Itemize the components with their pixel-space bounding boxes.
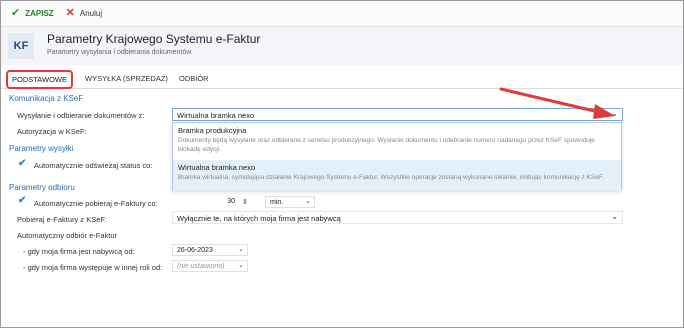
window-frame: ✔ ZAPISZ ✕ Anuluj KF Parametry Krajowego… (0, 0, 684, 328)
toolbar: ✔ ZAPISZ ✕ Anuluj (1, 1, 683, 27)
section-komunikacja: Komunikacja z KSeF (9, 94, 84, 103)
other-role-value: (nie ustawiono) (177, 263, 225, 270)
auto-fetch-checkbox[interactable]: ✔ (18, 195, 26, 206)
option-name: Wirtualna bramka nexo (178, 163, 256, 172)
page-subtitle: Parametry wysyłania i odbierania dokumen… (47, 49, 193, 56)
auto-fetch-label: Automatycznie pobieraj e-Faktury co: (34, 199, 158, 208)
buyer-date-value: 26-06-2023 (177, 247, 213, 254)
option-description: Dokumenty będą wysyłane oraz odbierane z… (178, 137, 595, 153)
fetch-from-label: Pobieraj e-Faktury z KSeF: (17, 215, 108, 224)
option-name: Bramka produkcyjna (178, 126, 247, 135)
auth-label: Autoryzacja w KSeF: (17, 127, 87, 136)
auto-refresh-checkbox[interactable]: ✔ (18, 158, 26, 169)
page-title: Parametry Krajowego Systemu e-Faktur (47, 32, 261, 46)
save-label: ZAPISZ (25, 9, 54, 18)
annotation-arrow-icon (499, 87, 615, 119)
module-logo: KF (8, 33, 34, 59)
auto-fetch-value: 30 (227, 198, 235, 205)
auto-fetch-unit-select[interactable]: min. ⌄ (265, 196, 315, 208)
auto-refresh-label: Automatycznie odświeżaj status co: (34, 161, 153, 170)
send-receive-label: Wysyłanie i odbieranie dokumentów z: (17, 111, 145, 120)
chevron-down-icon: ⌄ (238, 262, 244, 269)
cancel-button[interactable]: ✕ Anuluj (66, 8, 102, 19)
chevron-down-icon: ⌄ (305, 198, 311, 205)
section-odbior: Parametry odbioru (9, 183, 75, 192)
check-icon: ✔ (11, 7, 21, 19)
tab-odbior[interactable]: ODBIÓR (179, 74, 209, 83)
section-wysylka: Parametry wysyłki (9, 144, 74, 153)
page-header: KF Parametry Krajowego Systemu e-Faktur … (1, 27, 683, 65)
option-bramka-produkcyjna[interactable]: Bramka produkcyjna Dokumenty będą wysyła… (173, 123, 621, 159)
x-icon: ✕ (65, 7, 75, 19)
send-receive-dropdown: Bramka produkcyjna Dokumenty będą wysyła… (172, 122, 622, 190)
save-button[interactable]: ✔ ZAPISZ (11, 8, 54, 19)
buyer-date-select[interactable]: 26-06-2023 ⌄ (172, 244, 248, 256)
fetch-from-select[interactable]: Wyłącznie te, na których moja firma jest… (172, 211, 623, 224)
chevron-down-icon: ⌄ (611, 212, 618, 221)
buyer-label: - gdy moja firma jest nabywcą od: (23, 247, 135, 256)
tab-podstawowe[interactable]: PODSTAWOWE (6, 70, 73, 89)
auto-fetch-interval[interactable]: 30 (172, 196, 237, 208)
fetch-from-value: Wyłącznie te, na których moja firma jest… (177, 214, 341, 223)
auto-fetch-stepper[interactable]: ⇕ (238, 196, 257, 208)
other-role-label: - gdy moja firma występuje w innej roli … (23, 263, 163, 272)
chevron-down-icon: ⌄ (238, 246, 244, 253)
option-wirtualna-bramka[interactable]: Wirtualna bramka nexo Bramka wirtualna, … (173, 160, 621, 190)
auto-fetch-unit: min. (270, 199, 284, 206)
stepper-icon: ⇕ (242, 199, 248, 206)
tab-wysylka[interactable]: WYSYŁKA (SPRZEDAŻ) (85, 74, 168, 83)
option-description: Bramka wirtualna, symulująca działanie K… (178, 174, 604, 181)
auto-receive-label: Automatyczny odbiór e-Faktur (17, 231, 118, 240)
other-role-date-select[interactable]: (nie ustawiono) ⌄ (172, 260, 248, 272)
cancel-label: Anuluj (79, 9, 103, 18)
send-receive-value: Wirtualna bramka nexo (177, 111, 255, 120)
